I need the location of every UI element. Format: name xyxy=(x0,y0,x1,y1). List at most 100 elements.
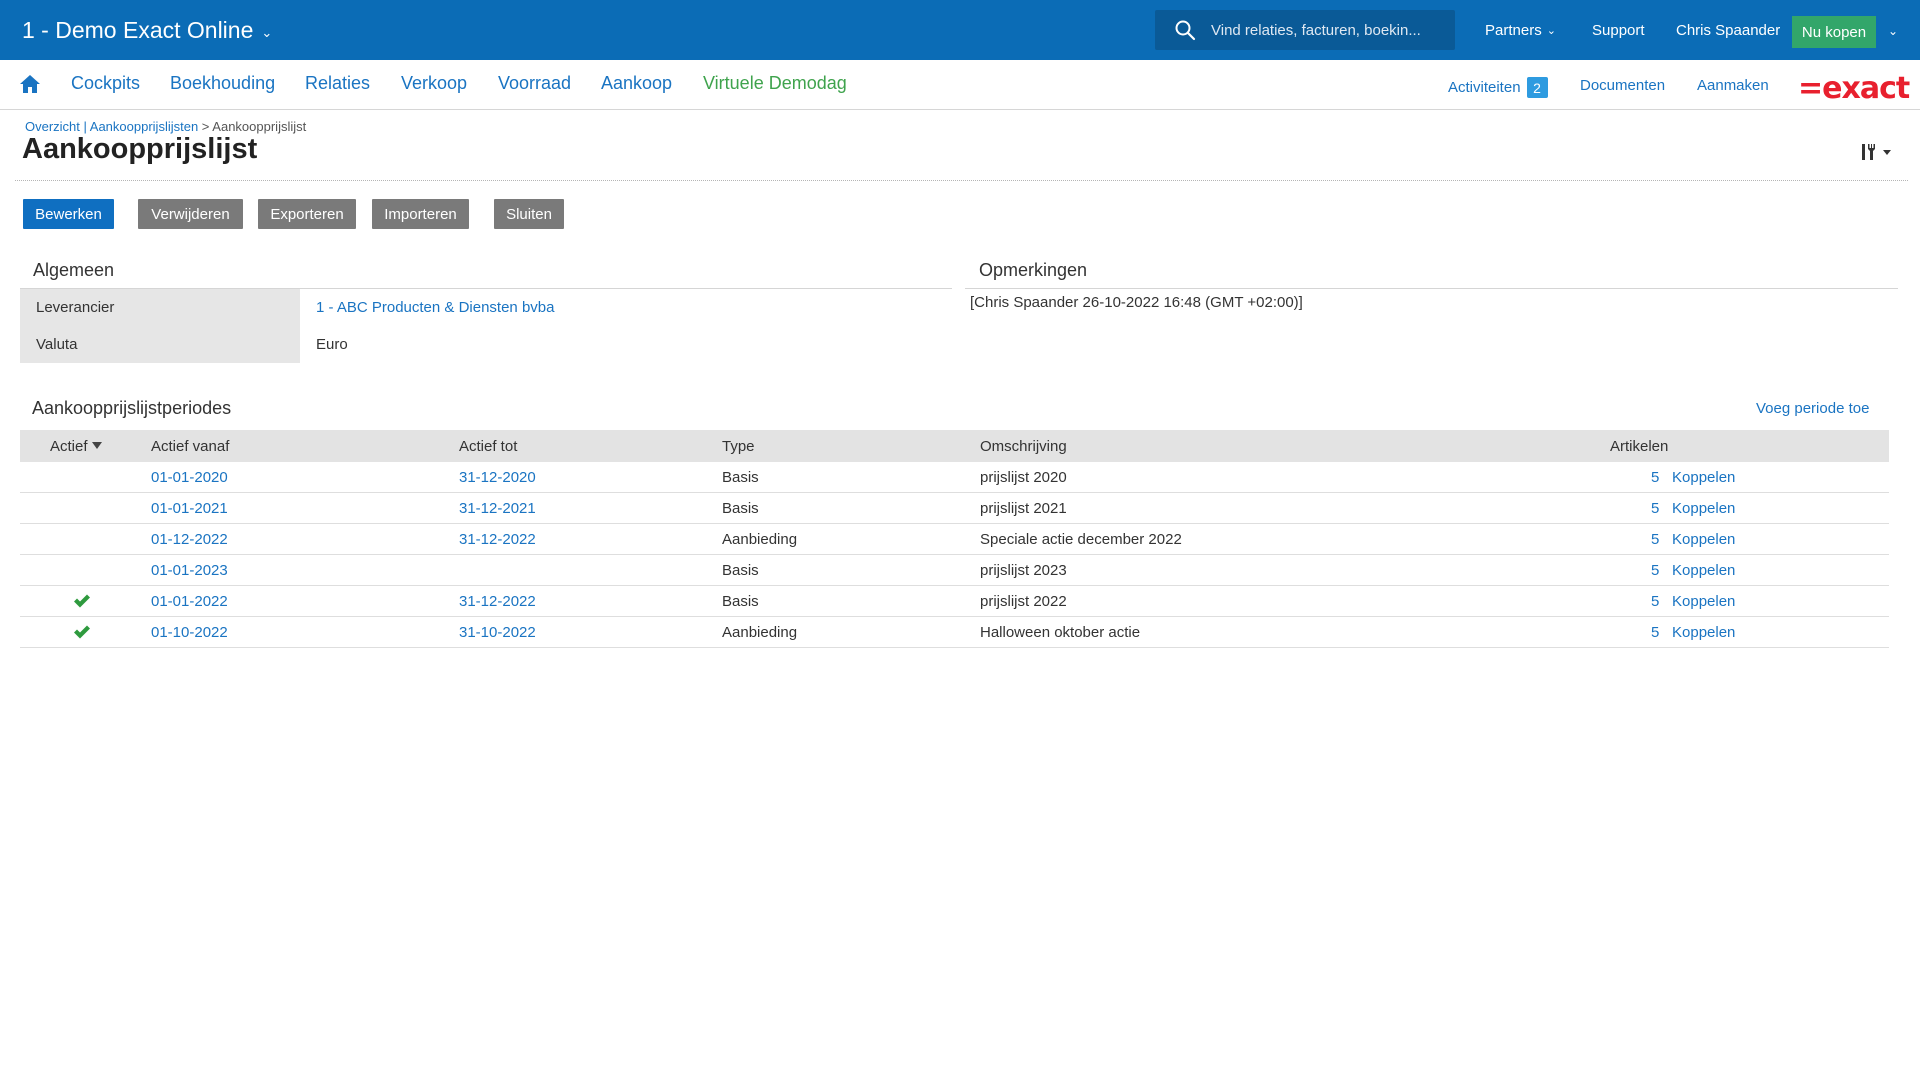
items-count-link[interactable]: 5 xyxy=(1651,624,1659,641)
breadcrumb-separator: > xyxy=(198,119,213,134)
table-body: 01-01-2020 31-12-2020 Basis prijslijst 2020… xyxy=(20,462,1889,648)
active-from-link[interactable]: 01-10-2022 xyxy=(151,624,228,641)
column-type[interactable]: Type xyxy=(722,438,755,455)
description-cell: Speciale actie december 2022 xyxy=(980,531,1182,548)
nav-voorraad[interactable]: Voorraad xyxy=(498,73,571,94)
table-row[interactable]: 01-10-2022 31-10-2022 Aanbieding Halloween … xyxy=(20,617,1889,648)
link-items-link[interactable]: Koppelen xyxy=(1672,624,1735,641)
periods-section-title: Aankoopprijslijstperiodes xyxy=(32,398,232,418)
chevron-down-icon: ⌄ xyxy=(261,24,273,40)
link-items-link[interactable]: Koppelen xyxy=(1672,593,1735,610)
tools-icon[interactable] xyxy=(1858,140,1894,164)
remarks-section-line xyxy=(965,288,1898,289)
table-header: Actief Actief vanaf Actief tot Type Omsc… xyxy=(20,430,1889,462)
link-items-link[interactable]: Koppelen xyxy=(1672,469,1735,486)
active-to-link[interactable]: 31-12-2021 xyxy=(459,500,536,517)
buy-now-button[interactable]: Nu kopen xyxy=(1792,16,1876,48)
description-cell: prijslijst 2021 xyxy=(980,500,1067,517)
description-cell: prijslijst 2022 xyxy=(980,593,1067,610)
nav-verkoop[interactable]: Verkoop xyxy=(401,73,467,94)
column-items[interactable]: Artikelen xyxy=(1610,438,1668,455)
edit-button[interactable]: Bewerken xyxy=(23,199,114,229)
breadcrumb: Overzicht | Aankoopprijslijsten > Aankoo… xyxy=(25,119,306,134)
documents-link[interactable]: Documenten xyxy=(1580,77,1665,94)
exact-logo: =exact xyxy=(1798,71,1910,106)
nav-boekhouding[interactable]: Boekhouding xyxy=(170,73,275,94)
search-box[interactable] xyxy=(1155,10,1455,50)
active-from-link[interactable]: 01-12-2022 xyxy=(151,531,228,548)
type-cell: Aanbieding xyxy=(722,531,798,548)
breadcrumb-current: Aankoopprijslijst xyxy=(212,119,307,134)
remark-text: [Chris Spaander 26-10-2022 16:48 (GMT +0… xyxy=(970,294,1303,311)
company-selector[interactable]: 1 - Demo Exact Online ⌄ xyxy=(22,17,272,44)
sort-down-icon xyxy=(91,442,102,449)
active-from-link[interactable]: 01-01-2021 xyxy=(151,500,228,517)
remarks-section-title: Opmerkingen xyxy=(979,260,1088,280)
description-cell: prijslijst 2023 xyxy=(980,562,1067,579)
active-from-link[interactable]: 01-01-2020 xyxy=(151,469,228,486)
type-cell: Basis xyxy=(722,500,759,517)
active-from-link[interactable]: 01-01-2022 xyxy=(151,593,228,610)
activities-link[interactable]: Activiteiten 2 xyxy=(1448,77,1548,98)
supplier-link[interactable]: 1 - ABC Producten & Diensten bvba xyxy=(316,299,554,316)
active-to-link[interactable]: 31-10-2022 xyxy=(459,624,536,641)
company-name: 1 - Demo Exact Online xyxy=(22,17,254,43)
periods-table: Actief Actief vanaf Actief tot Type Omsc… xyxy=(20,430,1889,648)
search-input[interactable] xyxy=(1211,15,1451,45)
nav-cockpits[interactable]: Cockpits xyxy=(71,73,140,94)
type-cell: Basis xyxy=(722,469,759,486)
nav-relaties[interactable]: Relaties xyxy=(305,73,370,94)
breadcrumb-link-overview[interactable]: Overzicht | Aankoopprijslijsten xyxy=(25,119,198,134)
active-from-link[interactable]: 01-01-2023 xyxy=(151,562,228,579)
link-items-link[interactable]: Koppelen xyxy=(1672,562,1735,579)
create-link[interactable]: Aanmaken xyxy=(1697,77,1769,94)
column-description[interactable]: Omschrijving xyxy=(980,438,1067,455)
supplier-label: Leverancier xyxy=(36,299,115,316)
partners-menu[interactable]: Partners ⌄ xyxy=(1485,22,1556,39)
support-link[interactable]: Support xyxy=(1592,22,1645,39)
chevron-down-icon: ⌄ xyxy=(1546,25,1556,37)
page-title: Aankoopprijslijst xyxy=(22,133,258,165)
import-button[interactable]: Importeren xyxy=(372,199,469,229)
items-count-link[interactable]: 5 xyxy=(1651,593,1659,610)
general-section-title: Algemeen xyxy=(33,260,115,280)
table-row[interactable]: 01-01-2020 31-12-2020 Basis prijslijst 2020… xyxy=(20,462,1889,493)
nav-virtuele-demodag[interactable]: Virtuele Demodag xyxy=(703,73,847,94)
table-row[interactable]: 01-12-2022 31-12-2022 Aanbieding Speciale a… xyxy=(20,524,1889,555)
items-count-link[interactable]: 5 xyxy=(1651,531,1659,548)
support-label: Support xyxy=(1592,22,1645,39)
close-button[interactable]: Sluiten xyxy=(494,199,564,229)
active-to-link[interactable]: 31-12-2022 xyxy=(459,593,536,610)
table-row[interactable]: 01-01-2021 31-12-2021 Basis prijslijst 2021… xyxy=(20,493,1889,524)
link-items-link[interactable]: Koppelen xyxy=(1672,500,1735,517)
user-menu[interactable]: Chris Spaander xyxy=(1676,22,1780,39)
column-active[interactable]: Actief xyxy=(50,438,102,455)
link-items-link[interactable]: Koppelen xyxy=(1672,531,1735,548)
active-to-link[interactable]: 31-12-2022 xyxy=(459,531,536,548)
items-count-link[interactable]: 5 xyxy=(1651,562,1659,579)
export-button[interactable]: Exporteren xyxy=(258,199,356,229)
type-cell: Aanbieding xyxy=(722,624,798,641)
header-separator xyxy=(15,180,1908,181)
check-icon xyxy=(74,594,90,608)
column-active-label: Actief xyxy=(50,438,88,455)
home-icon[interactable] xyxy=(18,72,42,96)
description-cell: prijslijst 2020 xyxy=(980,469,1067,486)
search-icon xyxy=(1175,20,1196,41)
column-active-to[interactable]: Actief tot xyxy=(459,438,517,455)
top-bar: 1 - Demo Exact Online ⌄ Partners ⌄ Suppo… xyxy=(0,0,1920,60)
items-count-link[interactable]: 5 xyxy=(1651,469,1659,486)
table-row[interactable]: 01-01-2022 31-12-2022 Basis prijslijst 2022… xyxy=(20,586,1889,617)
chevron-down-icon[interactable]: ⌄ xyxy=(1888,24,1898,38)
column-active-from[interactable]: Actief vanaf xyxy=(151,438,229,455)
nav-aankoop[interactable]: Aankoop xyxy=(601,73,672,94)
delete-button[interactable]: Verwijderen xyxy=(138,199,243,229)
check-icon xyxy=(74,625,90,639)
type-cell: Basis xyxy=(722,562,759,579)
main-navigation: Cockpits Boekhouding Relaties Verkoop Vo… xyxy=(0,60,1920,110)
add-period-link[interactable]: Voeg periode toe xyxy=(1756,400,1869,417)
table-row[interactable]: 01-01-2023 Basis prijslijst 2023 5 Koppelen xyxy=(20,555,1889,586)
type-cell: Basis xyxy=(722,593,759,610)
items-count-link[interactable]: 5 xyxy=(1651,500,1659,517)
active-to-link[interactable]: 31-12-2020 xyxy=(459,469,536,486)
